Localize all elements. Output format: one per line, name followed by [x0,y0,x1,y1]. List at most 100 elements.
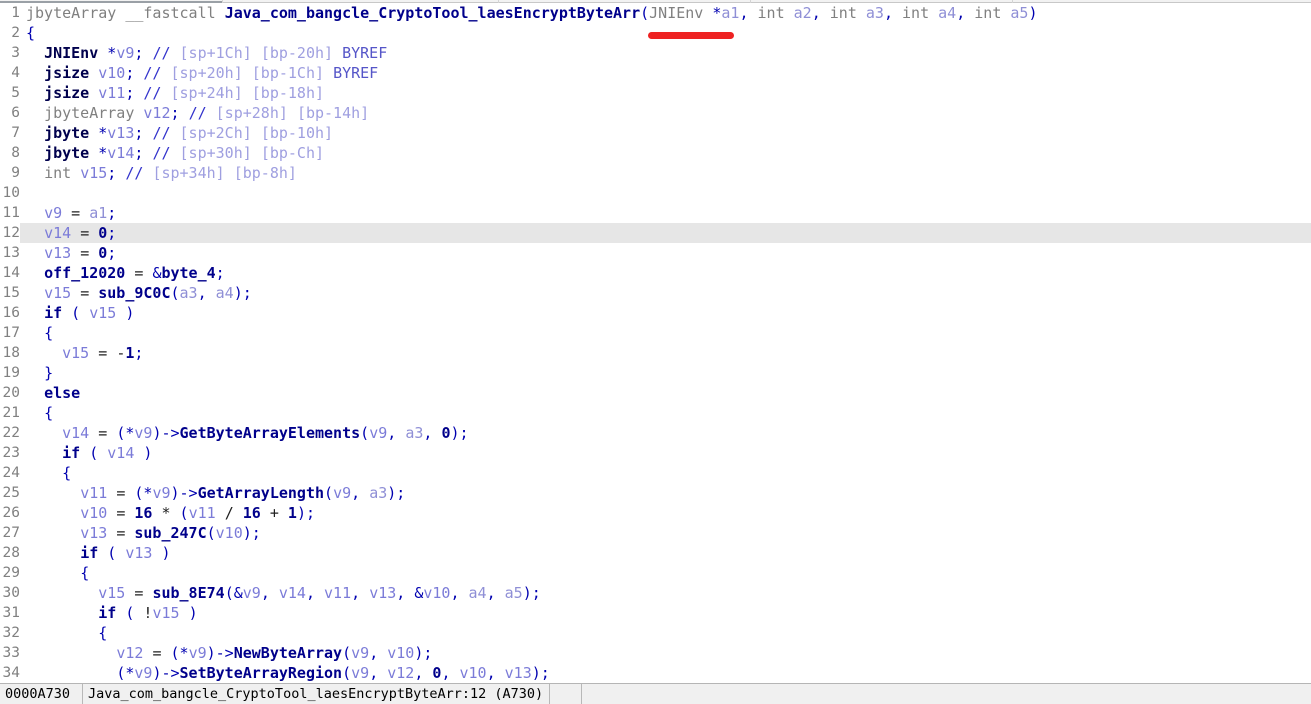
code-line[interactable]: 22 v14 = (*v9)->GetByteArrayElements(v9,… [0,423,1311,443]
code-line[interactable]: 9 int v15; // [sp+34h] [bp-8h] [0,163,1311,183]
code-token: -> [161,664,180,682]
code-token: ( [170,284,180,302]
code-line[interactable]: 32 { [0,623,1311,643]
code-text[interactable]: JNIEnv *v9; // [sp+1Ch] [bp-20h] BYREF [26,43,387,63]
code-text[interactable]: if ( v14 ) [26,443,152,463]
code-text[interactable]: jbyte *v13; // [sp+2Ch] [bp-10h] [26,123,333,143]
code-line[interactable]: 14 off_12020 = &byte_4; [0,263,1311,283]
code-text[interactable]: { [26,623,107,643]
code-text[interactable]: jbyte *v14; // [sp+30h] [bp-Ch] [26,143,324,163]
code-token: int [829,4,857,22]
code-text[interactable]: int v15; // [sp+34h] [bp-8h] [26,163,297,183]
code-line[interactable]: 26 v10 = 16 * (v11 / 16 + 1); [0,503,1311,523]
code-text[interactable]: } [26,363,53,383]
code-text[interactable]: jsize v10; // [sp+20h] [bp-1Ch] BYREF [26,63,378,83]
code-token: ) [296,504,306,522]
code-line[interactable]: 4 jsize v10; // [sp+20h] [bp-1Ch] BYREF [0,63,1311,83]
code-token: a5 [1010,4,1029,22]
code-line[interactable]: 19 } [0,363,1311,383]
code-token: [sp+30h] [179,144,252,162]
code-line[interactable]: 11 v9 = a1; [0,203,1311,223]
status-address: 0000A730 [0,684,83,704]
code-token: [sp+34h] [152,164,225,182]
code-text[interactable]: if ( v13 ) [26,543,170,563]
code-token: , [387,424,397,442]
code-text[interactable]: { [26,563,89,583]
code-token: , [351,484,361,502]
code-line[interactable]: 34 (*v9)->SetByteArrayRegion(v9, v12, 0,… [0,663,1311,683]
code-token: = [98,344,108,362]
code-text[interactable]: { [26,403,53,423]
code-token: v10 [98,64,126,82]
code-line[interactable]: 29 { [0,563,1311,583]
code-line[interactable]: 5 jsize v11; // [sp+24h] [bp-18h] [0,83,1311,103]
code-text[interactable]: else [26,383,80,403]
code-text[interactable]: v15 = -1; [26,343,143,363]
code-text[interactable]: v14 = 0; [26,223,116,243]
code-line[interactable]: 13 v13 = 0; [0,243,1311,263]
code-line[interactable]: 3 JNIEnv *v9; // [sp+1Ch] [bp-20h] BYREF [0,43,1311,63]
code-line[interactable]: 18 v15 = -1; [0,343,1311,363]
code-line[interactable]: 30 v15 = sub_8E74(&v9, v14, v11, v13, &v… [0,583,1311,603]
code-text[interactable]: v11 = (*v9)->GetArrayLength(v9, a3); [26,483,405,503]
code-token: a1 [721,4,740,22]
code-text[interactable]: (*v9)->SetByteArrayRegion(v9, v12, 0, v1… [26,663,550,683]
code-token: a4 [938,4,957,22]
code-text[interactable]: v9 = a1; [26,203,116,223]
code-text[interactable]: jbyteArray v12; // [sp+28h] [bp-14h] [26,103,369,123]
code-text[interactable]: v15 = sub_9C0C(a3, a4); [26,283,252,303]
code-line[interactable]: 10 [0,183,1311,203]
code-line[interactable]: 8 jbyte *v14; // [sp+30h] [bp-Ch] [0,143,1311,163]
code-line[interactable]: 16 if ( v15 ) [0,303,1311,323]
code-text[interactable]: off_12020 = &byte_4; [26,263,225,283]
code-token: ; [251,524,261,542]
code-text[interactable]: { [26,23,35,43]
code-line[interactable]: 27 v13 = sub_247C(v10); [0,523,1311,543]
code-line[interactable]: 2{ [0,23,1311,43]
code-line[interactable]: 25 v11 = (*v9)->GetArrayLength(v9, a3); [0,483,1311,503]
line-number: 27 [0,523,20,543]
pseudocode-view[interactable]: 1 jbyteArray __fastcall Java_com_bangcle_… [0,3,1311,683]
code-text[interactable]: if ( !v15 ) [26,603,197,623]
code-line[interactable]: 33 v12 = (*v9)->NewByteArray(v9, v10); [0,643,1311,663]
code-text[interactable]: v10 = 16 * (v11 / 16 + 1); [26,503,315,523]
code-text[interactable]: v13 = 0; [26,243,116,263]
code-line[interactable]: 28 if ( v13 ) [0,543,1311,563]
code-line[interactable]: 24 { [0,463,1311,483]
code-line[interactable]: 23 if ( v14 ) [0,443,1311,463]
code-line[interactable]: 1 jbyteArray __fastcall Java_com_bangcle_… [0,3,1311,23]
code-text[interactable]: jsize v11; // [sp+24h] [bp-18h] [26,83,324,103]
code-text[interactable]: jbyteArray __fastcall Java_com_bangcle_C… [26,3,1037,23]
code-line[interactable]: 6 jbyteArray v12; // [sp+28h] [bp-14h] [0,103,1311,123]
code-line[interactable]: 7 jbyte *v13; // [sp+2Ch] [bp-10h] [0,123,1311,143]
code-line[interactable]: 31 if ( !v15 ) [0,603,1311,623]
code-text[interactable]: if ( v15 ) [26,303,134,323]
line-number: 15 [0,283,20,303]
code-token: ; [215,264,225,282]
code-line[interactable]: 15 v15 = sub_9C0C(a3, a4); [0,283,1311,303]
code-text[interactable]: v14 = (*v9)->GetByteArrayElements(v9, a3… [26,423,468,443]
code-text[interactable]: { [26,463,71,483]
code-text[interactable]: v12 = (*v9)->NewByteArray(v9, v10); [26,643,432,663]
code-token: jbyteArray [44,104,135,122]
code-token: ; [107,204,117,222]
code-line[interactable]: 17 { [0,323,1311,343]
code-token: ) [233,284,243,302]
code-line[interactable]: 21 { [0,403,1311,423]
code-line-list[interactable]: 1 jbyteArray __fastcall Java_com_bangcle_… [0,3,1311,683]
code-token: v11 [98,84,126,102]
code-text[interactable]: v13 = sub_247C(v10); [26,523,261,543]
code-text[interactable]: v15 = sub_8E74(&v9, v14, v11, v13, &v10,… [26,583,541,603]
code-token: v9 [44,204,63,222]
code-line[interactable]: 20 else [0,383,1311,403]
code-text[interactable]: { [26,323,53,343]
code-token: BYREF [333,64,379,82]
code-line[interactable]: 12 v14 = 0; [0,223,1311,243]
